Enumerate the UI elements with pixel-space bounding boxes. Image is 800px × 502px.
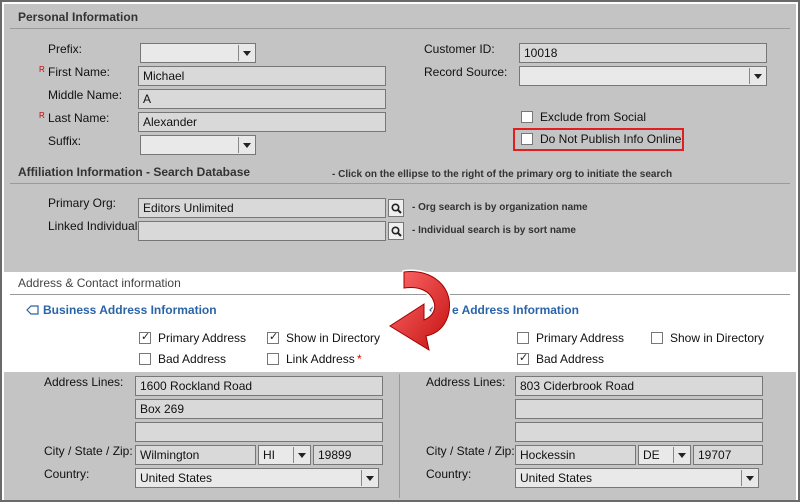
linked-individual-search-button[interactable]	[388, 222, 404, 240]
business-show-directory-checkbox[interactable]	[267, 330, 279, 344]
business-city-input[interactable]: Wilmington	[135, 445, 256, 465]
prefix-label: Prefix:	[48, 42, 83, 56]
affiliation-hint: - Click on the ellipse to the right of t…	[332, 169, 673, 180]
business-link-address-label: Link Address	[286, 352, 355, 366]
business-csz-label: City / State / Zip:	[44, 444, 133, 458]
primary-org-label: Primary Org:	[48, 196, 117, 210]
personal-info-header: Personal Information	[18, 10, 139, 24]
home-country-select[interactable]: United States	[515, 468, 759, 488]
first-name-input[interactable]: Michael	[138, 66, 386, 86]
header-rule	[10, 28, 790, 29]
middle-name-input[interactable]: A	[138, 89, 386, 109]
linked-individual-note: - Individual search is by sort name	[412, 225, 576, 236]
home-show-directory-checkbox[interactable]	[651, 332, 663, 344]
home-primary-checkbox[interactable]	[517, 332, 529, 344]
do-not-publish-label: Do Not Publish Info Online	[540, 132, 682, 146]
address-contact-header: Address & Contact information	[18, 276, 181, 290]
search-icon	[391, 226, 402, 237]
required-marker: R	[39, 111, 45, 120]
exclude-social-checkbox[interactable]	[521, 111, 533, 123]
suffix-select[interactable]	[140, 135, 256, 155]
home-bad-address-label: Bad Address	[536, 352, 605, 366]
business-country-label: Country:	[44, 467, 90, 481]
home-country-label: Country:	[426, 467, 472, 481]
home-state-select[interactable]: DE	[638, 445, 691, 465]
business-state-select[interactable]: HI	[258, 445, 311, 465]
home-address-line3[interactable]	[515, 422, 763, 442]
business-link-address-checkbox[interactable]	[267, 353, 279, 365]
home-primary-label: Primary Address	[536, 331, 625, 345]
prefix-select[interactable]	[140, 43, 256, 63]
chevron-down-icon	[293, 447, 309, 463]
record-source-label: Record Source:	[424, 65, 508, 79]
column-divider	[399, 374, 400, 498]
chevron-down-icon	[361, 470, 377, 486]
chevron-down-icon	[673, 447, 689, 463]
linked-individual-input[interactable]	[138, 221, 386, 241]
do-not-publish-checkbox[interactable]	[521, 133, 533, 145]
business-bad-address-checkbox[interactable]	[139, 353, 151, 365]
home-bad-address-checkbox[interactable]	[517, 351, 529, 365]
exclude-social-label: Exclude from Social	[540, 110, 647, 124]
home-address-line2[interactable]	[515, 399, 763, 419]
record-source-select[interactable]	[519, 66, 767, 86]
business-address-lines-label: Address Lines:	[44, 375, 124, 389]
home-city-input[interactable]: Hockessin	[515, 445, 636, 465]
form-frame: Personal Information Prefix: R First Nam…	[0, 0, 800, 502]
home-address-lines-label: Address Lines:	[426, 375, 506, 389]
first-name-label: First Name:	[48, 65, 111, 79]
primary-org-input[interactable]: Editors Unlimited	[138, 198, 386, 218]
business-address-line2[interactable]: Box 269	[135, 399, 383, 419]
required-marker: R	[39, 65, 45, 74]
business-address-line3[interactable]	[135, 422, 383, 442]
affiliation-header: Affiliation Information - Search Databas…	[18, 165, 251, 179]
home-address-title[interactable]: e Address Information	[452, 303, 579, 317]
business-bad-address-label: Bad Address	[158, 352, 227, 366]
business-primary-checkbox[interactable]	[139, 330, 151, 344]
chevron-down-icon	[238, 45, 254, 61]
search-icon	[391, 203, 402, 214]
collapse-icon[interactable]	[26, 305, 39, 315]
business-address-line1[interactable]: 1600 Rockland Road	[135, 376, 383, 396]
business-address-title[interactable]: Business Address Information	[43, 303, 217, 317]
business-zip-input[interactable]: 19899	[313, 445, 383, 465]
chevron-down-icon	[749, 68, 765, 84]
business-primary-label: Primary Address	[158, 331, 247, 345]
middle-name-label: Middle Name:	[48, 88, 123, 102]
header-rule	[10, 183, 790, 184]
primary-org-search-button[interactable]	[388, 199, 404, 217]
chevron-down-icon	[238, 137, 254, 153]
suffix-label: Suffix:	[48, 134, 82, 148]
linked-individual-label: Linked Individual:	[48, 219, 141, 233]
required-star: *	[357, 352, 362, 366]
customer-id-input[interactable]: 10018	[519, 43, 767, 63]
last-name-input[interactable]: Alexander	[138, 112, 386, 132]
home-zip-input[interactable]: 19707	[693, 445, 763, 465]
business-country-select[interactable]: United States	[135, 468, 379, 488]
business-show-directory-label: Show in Directory	[286, 331, 381, 345]
home-address-line1[interactable]: 803 Ciderbrook Road	[515, 376, 763, 396]
last-name-label: Last Name:	[48, 111, 110, 125]
home-csz-label: City / State / Zip:	[426, 444, 515, 458]
home-show-directory-label: Show in Directory	[670, 331, 765, 345]
annotation-arrow-icon	[388, 269, 452, 352]
customer-id-label: Customer ID:	[424, 42, 495, 56]
primary-org-note: - Org search is by organization name	[412, 202, 588, 213]
chevron-down-icon	[741, 470, 757, 486]
